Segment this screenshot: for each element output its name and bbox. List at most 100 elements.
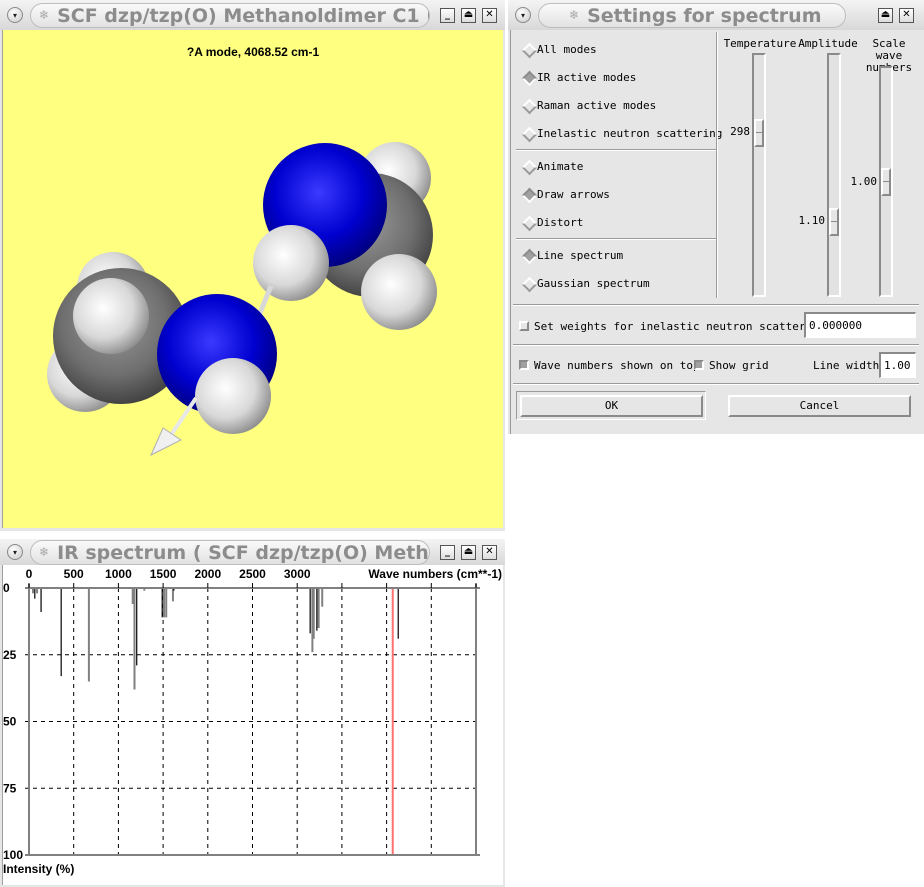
- checkbox-indicator-icon: [519, 360, 529, 370]
- radio-label: Inelastic neutron scattering: [537, 126, 723, 140]
- close-icon: ✕: [485, 9, 494, 20]
- x-tick-label: 2000: [194, 567, 221, 581]
- maximize-icon: ⏏: [463, 9, 474, 20]
- window-title[interactable]: ❄ Settings for spectrum: [538, 3, 846, 28]
- radio-label: Raman active modes: [537, 98, 657, 112]
- x-axis-label: Wave numbers (cm**-1): [368, 567, 502, 581]
- checkbox-label: Wave numbers shown on top: [534, 358, 700, 372]
- radio-line-spectrum[interactable]: Line spectrum: [523, 247, 623, 263]
- radio-indicator-icon: [523, 72, 533, 82]
- x-tick-label: 1500: [150, 567, 177, 581]
- atom-hydrogen: [361, 254, 437, 330]
- close-icon: ✕: [485, 546, 494, 557]
- radio-indicator-icon: [523, 189, 533, 199]
- close-button[interactable]: ✕: [482, 545, 497, 560]
- settings-body: All modes IR active modes Raman active m…: [510, 30, 920, 434]
- radio-indicator-icon: [523, 128, 533, 138]
- amplitude-slider-thumb[interactable]: [829, 208, 839, 236]
- gear-icon: ❄: [39, 545, 50, 559]
- chevron-down-icon: ▾: [12, 10, 17, 20]
- window-title[interactable]: ❄ SCF dzp/tzp(O) Methanoldimer C1 E= -2: [30, 3, 430, 28]
- window-menu-button[interactable]: ▾: [515, 7, 531, 23]
- temperature-slider-thumb[interactable]: [754, 119, 764, 147]
- temperature-slider[interactable]: [752, 53, 766, 297]
- settings-window: ▾ ❄ Settings for spectrum ⏏ ✕ All modes I…: [508, 0, 924, 434]
- ok-button[interactable]: OK: [520, 395, 703, 417]
- radio-raman-active-modes[interactable]: Raman active modes: [523, 97, 656, 113]
- scale-label-line1: Scale wave: [872, 37, 906, 62]
- separator: [513, 304, 919, 306]
- show-grid-checkbox[interactable]: Show grid: [694, 357, 769, 373]
- scale-slider-thumb[interactable]: [881, 168, 891, 196]
- x-tick-label: 3000: [284, 567, 311, 581]
- radio-all-modes[interactable]: All modes: [523, 41, 597, 57]
- window-menu-button[interactable]: ▾: [7, 544, 23, 560]
- close-button[interactable]: ✕: [899, 8, 914, 23]
- radio-label: Gaussian spectrum: [537, 276, 650, 290]
- separator: [516, 149, 716, 151]
- y-tick-label: 100: [3, 848, 23, 862]
- atom-hydrogen: [73, 278, 149, 354]
- window-menu-button[interactable]: ▾: [7, 7, 23, 23]
- wave-numbers-on-top-checkbox[interactable]: Wave numbers shown on top: [519, 357, 700, 373]
- radio-gaussian-spectrum[interactable]: Gaussian spectrum: [523, 275, 650, 291]
- scale-value: 1.00: [850, 175, 878, 188]
- checkbox-label: Set weights for inelastic neutron scatte…: [534, 319, 826, 333]
- neutron-weights-checkbox[interactable]: Set weights for inelastic neutron scatte…: [519, 318, 825, 334]
- window-title-text: IR spectrum ( SCF dzp/tzp(O) Methanoldi: [57, 542, 429, 564]
- line-width-input[interactable]: [879, 352, 916, 378]
- window-title-text: SCF dzp/tzp(O) Methanoldimer C1 E= -2: [57, 5, 429, 27]
- chevron-down-icon: ▾: [520, 10, 525, 20]
- radio-label: Draw arrows: [537, 187, 610, 201]
- checkbox-indicator-icon: [519, 321, 529, 331]
- minimize-icon: _: [445, 9, 450, 20]
- amplitude-label: Amplitude: [798, 37, 858, 50]
- settings-titlebar[interactable]: ▾ ❄ Settings for spectrum ⏏ ✕: [508, 0, 924, 30]
- radio-distort[interactable]: Distort: [523, 214, 583, 230]
- neutron-weights-input[interactable]: [804, 312, 916, 338]
- minimize-button[interactable]: _: [440, 545, 455, 560]
- separator: [513, 344, 919, 346]
- radio-label: Line spectrum: [537, 248, 624, 262]
- checkbox-indicator-icon: [694, 360, 704, 370]
- checkbox-label: Show grid: [709, 358, 769, 372]
- spectrum-plot[interactable]: 0 500 1000 1500 2000 2500 3000 0 25 50 75 100 Wave n…: [2, 565, 503, 885]
- radio-inelastic-neutron-scattering[interactable]: Inelastic neutron scattering: [523, 125, 722, 141]
- radio-label: Animate: [537, 159, 584, 173]
- minimize-button[interactable]: _: [440, 8, 455, 23]
- separator: [516, 238, 716, 240]
- radio-indicator-icon: [523, 250, 533, 260]
- radio-indicator-icon: [523, 44, 533, 54]
- radio-label: All modes: [537, 42, 597, 56]
- x-tick-label: 0: [26, 567, 33, 581]
- radio-label: IR active modes: [537, 70, 637, 84]
- maximize-button[interactable]: ⏏: [461, 545, 476, 560]
- gear-icon: ❄: [569, 8, 580, 22]
- separator: [716, 32, 718, 298]
- y-tick-label: 0: [3, 581, 10, 595]
- spectrum-chart[interactable]: 0 500 1000 1500 2000 2500 3000 0 25 50 75 100 Wave n…: [3, 565, 504, 885]
- radio-animate[interactable]: Animate: [523, 158, 583, 174]
- y-axis-label: Intensity (%): [3, 862, 74, 876]
- temperature-label: Temperature: [723, 37, 797, 50]
- maximize-button[interactable]: ⏏: [461, 8, 476, 23]
- spectrum-titlebar[interactable]: ▾ ❄ IR spectrum ( SCF dzp/tzp(O) Methanol…: [0, 539, 505, 565]
- molecule-titlebar[interactable]: ▾ ❄ SCF dzp/tzp(O) Methanoldimer C1 E= -2…: [0, 0, 505, 30]
- close-button[interactable]: ✕: [482, 8, 497, 23]
- radio-ir-active-modes[interactable]: IR active modes: [523, 69, 636, 85]
- x-tick-label: 1000: [105, 567, 132, 581]
- maximize-icon: ⏏: [880, 9, 891, 20]
- window-title[interactable]: ❄ IR spectrum ( SCF dzp/tzp(O) Methanoldi: [30, 540, 430, 565]
- atom-hydrogen: [195, 358, 271, 434]
- molecule-viewport[interactable]: ?A mode, 4068.52 cm-1: [2, 30, 503, 528]
- line-width-label: Line width: [813, 358, 880, 372]
- separator: [513, 383, 919, 385]
- scale-slider[interactable]: [879, 66, 893, 297]
- cancel-button[interactable]: Cancel: [728, 395, 911, 417]
- minimize-icon: _: [445, 546, 450, 557]
- molecule-render: [47, 142, 437, 457]
- radio-draw-arrows[interactable]: Draw arrows: [523, 186, 610, 202]
- window-title-text: Settings for spectrum: [587, 5, 822, 27]
- y-tick-label: 75: [3, 781, 17, 795]
- maximize-button[interactable]: ⏏: [878, 8, 893, 23]
